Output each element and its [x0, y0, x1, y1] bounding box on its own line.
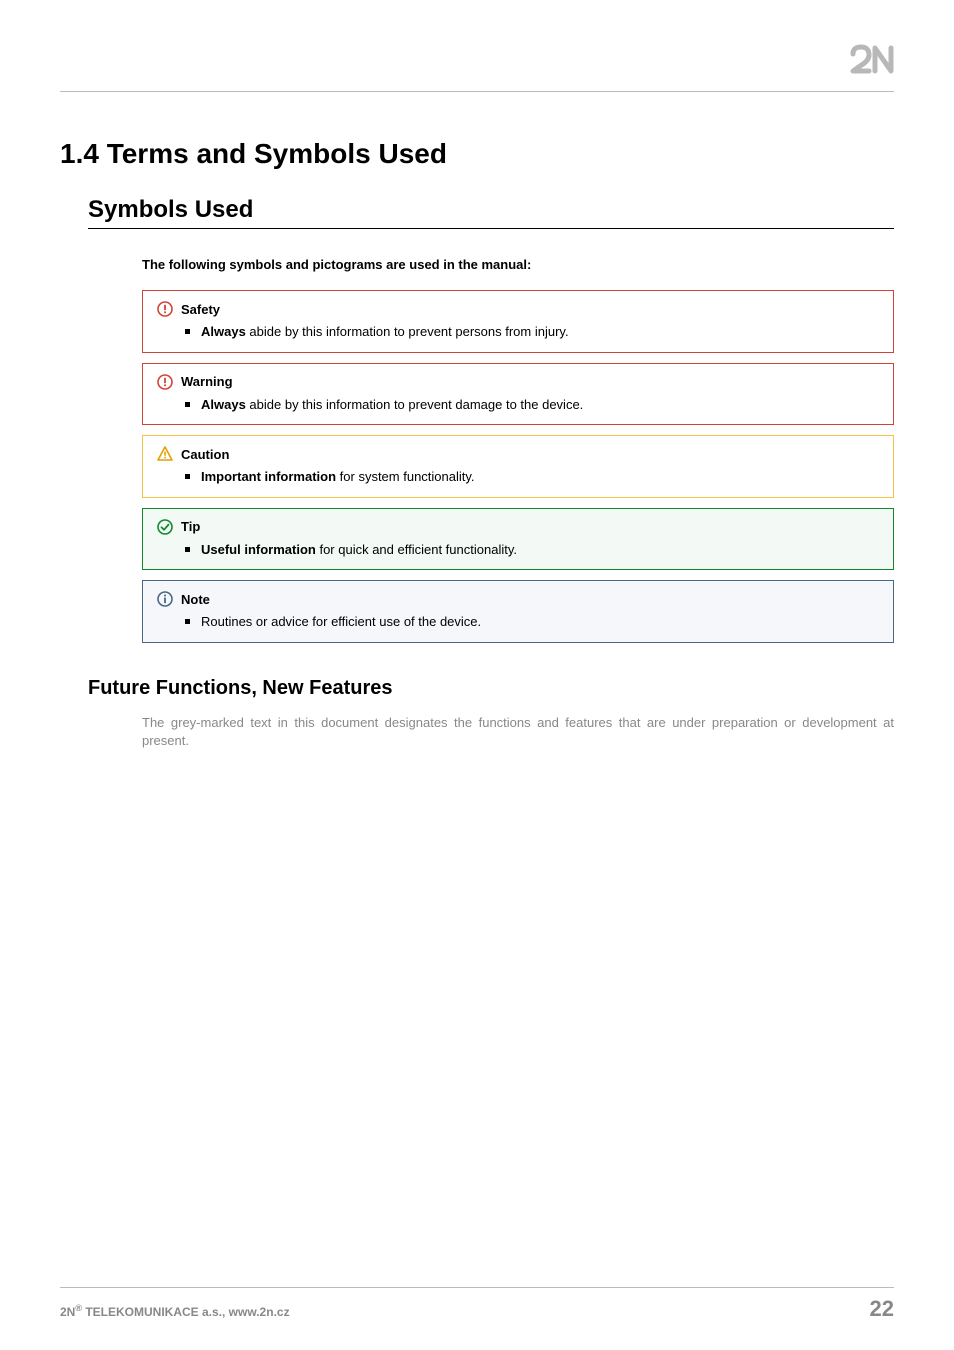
- footer-left: 2N® TELEKOMUNIKACE a.s., www.2n.cz: [60, 1303, 290, 1319]
- callout-safety: Safety Always abide by this information …: [142, 290, 894, 353]
- callout-body: Routines or advice for efficient use of …: [201, 612, 879, 632]
- callout-title: Tip: [181, 519, 200, 534]
- brand-logo: [850, 44, 894, 78]
- callout-warning: Warning Always abide by this information…: [142, 363, 894, 426]
- grey-note-text: The grey-marked text in this document de…: [142, 714, 894, 752]
- page-title: 1.4 Terms and Symbols Used: [60, 138, 894, 170]
- callout-body: Useful information for quick and efficie…: [201, 540, 879, 560]
- callout-body: Always abide by this information to prev…: [201, 322, 879, 342]
- info-circle-icon: [157, 591, 173, 607]
- callout-title: Warning: [181, 374, 233, 389]
- callout-body: Always abide by this information to prev…: [201, 395, 879, 415]
- intro-text: The following symbols and pictograms are…: [142, 257, 894, 272]
- callout-body: Important information for system functio…: [201, 467, 879, 487]
- callout-note: Note Routines or advice for efficient us…: [142, 580, 894, 643]
- warning-triangle-icon: [157, 446, 173, 462]
- page-number: 22: [870, 1296, 894, 1322]
- section-heading-symbols-used: Symbols Used: [88, 196, 894, 229]
- check-circle-icon: [157, 519, 173, 535]
- page-footer: 2N® TELEKOMUNIKACE a.s., www.2n.cz 22: [60, 1287, 894, 1322]
- callout-title: Note: [181, 592, 210, 607]
- callout-title: Safety: [181, 302, 220, 317]
- exclamation-circle-icon: [157, 301, 173, 317]
- callout-caution: Caution Important information for system…: [142, 435, 894, 498]
- callout-title: Caution: [181, 447, 229, 462]
- section-heading-future-functions: Future Functions, New Features: [88, 677, 894, 700]
- exclamation-circle-icon: [157, 374, 173, 390]
- callout-tip: Tip Useful information for quick and eff…: [142, 508, 894, 571]
